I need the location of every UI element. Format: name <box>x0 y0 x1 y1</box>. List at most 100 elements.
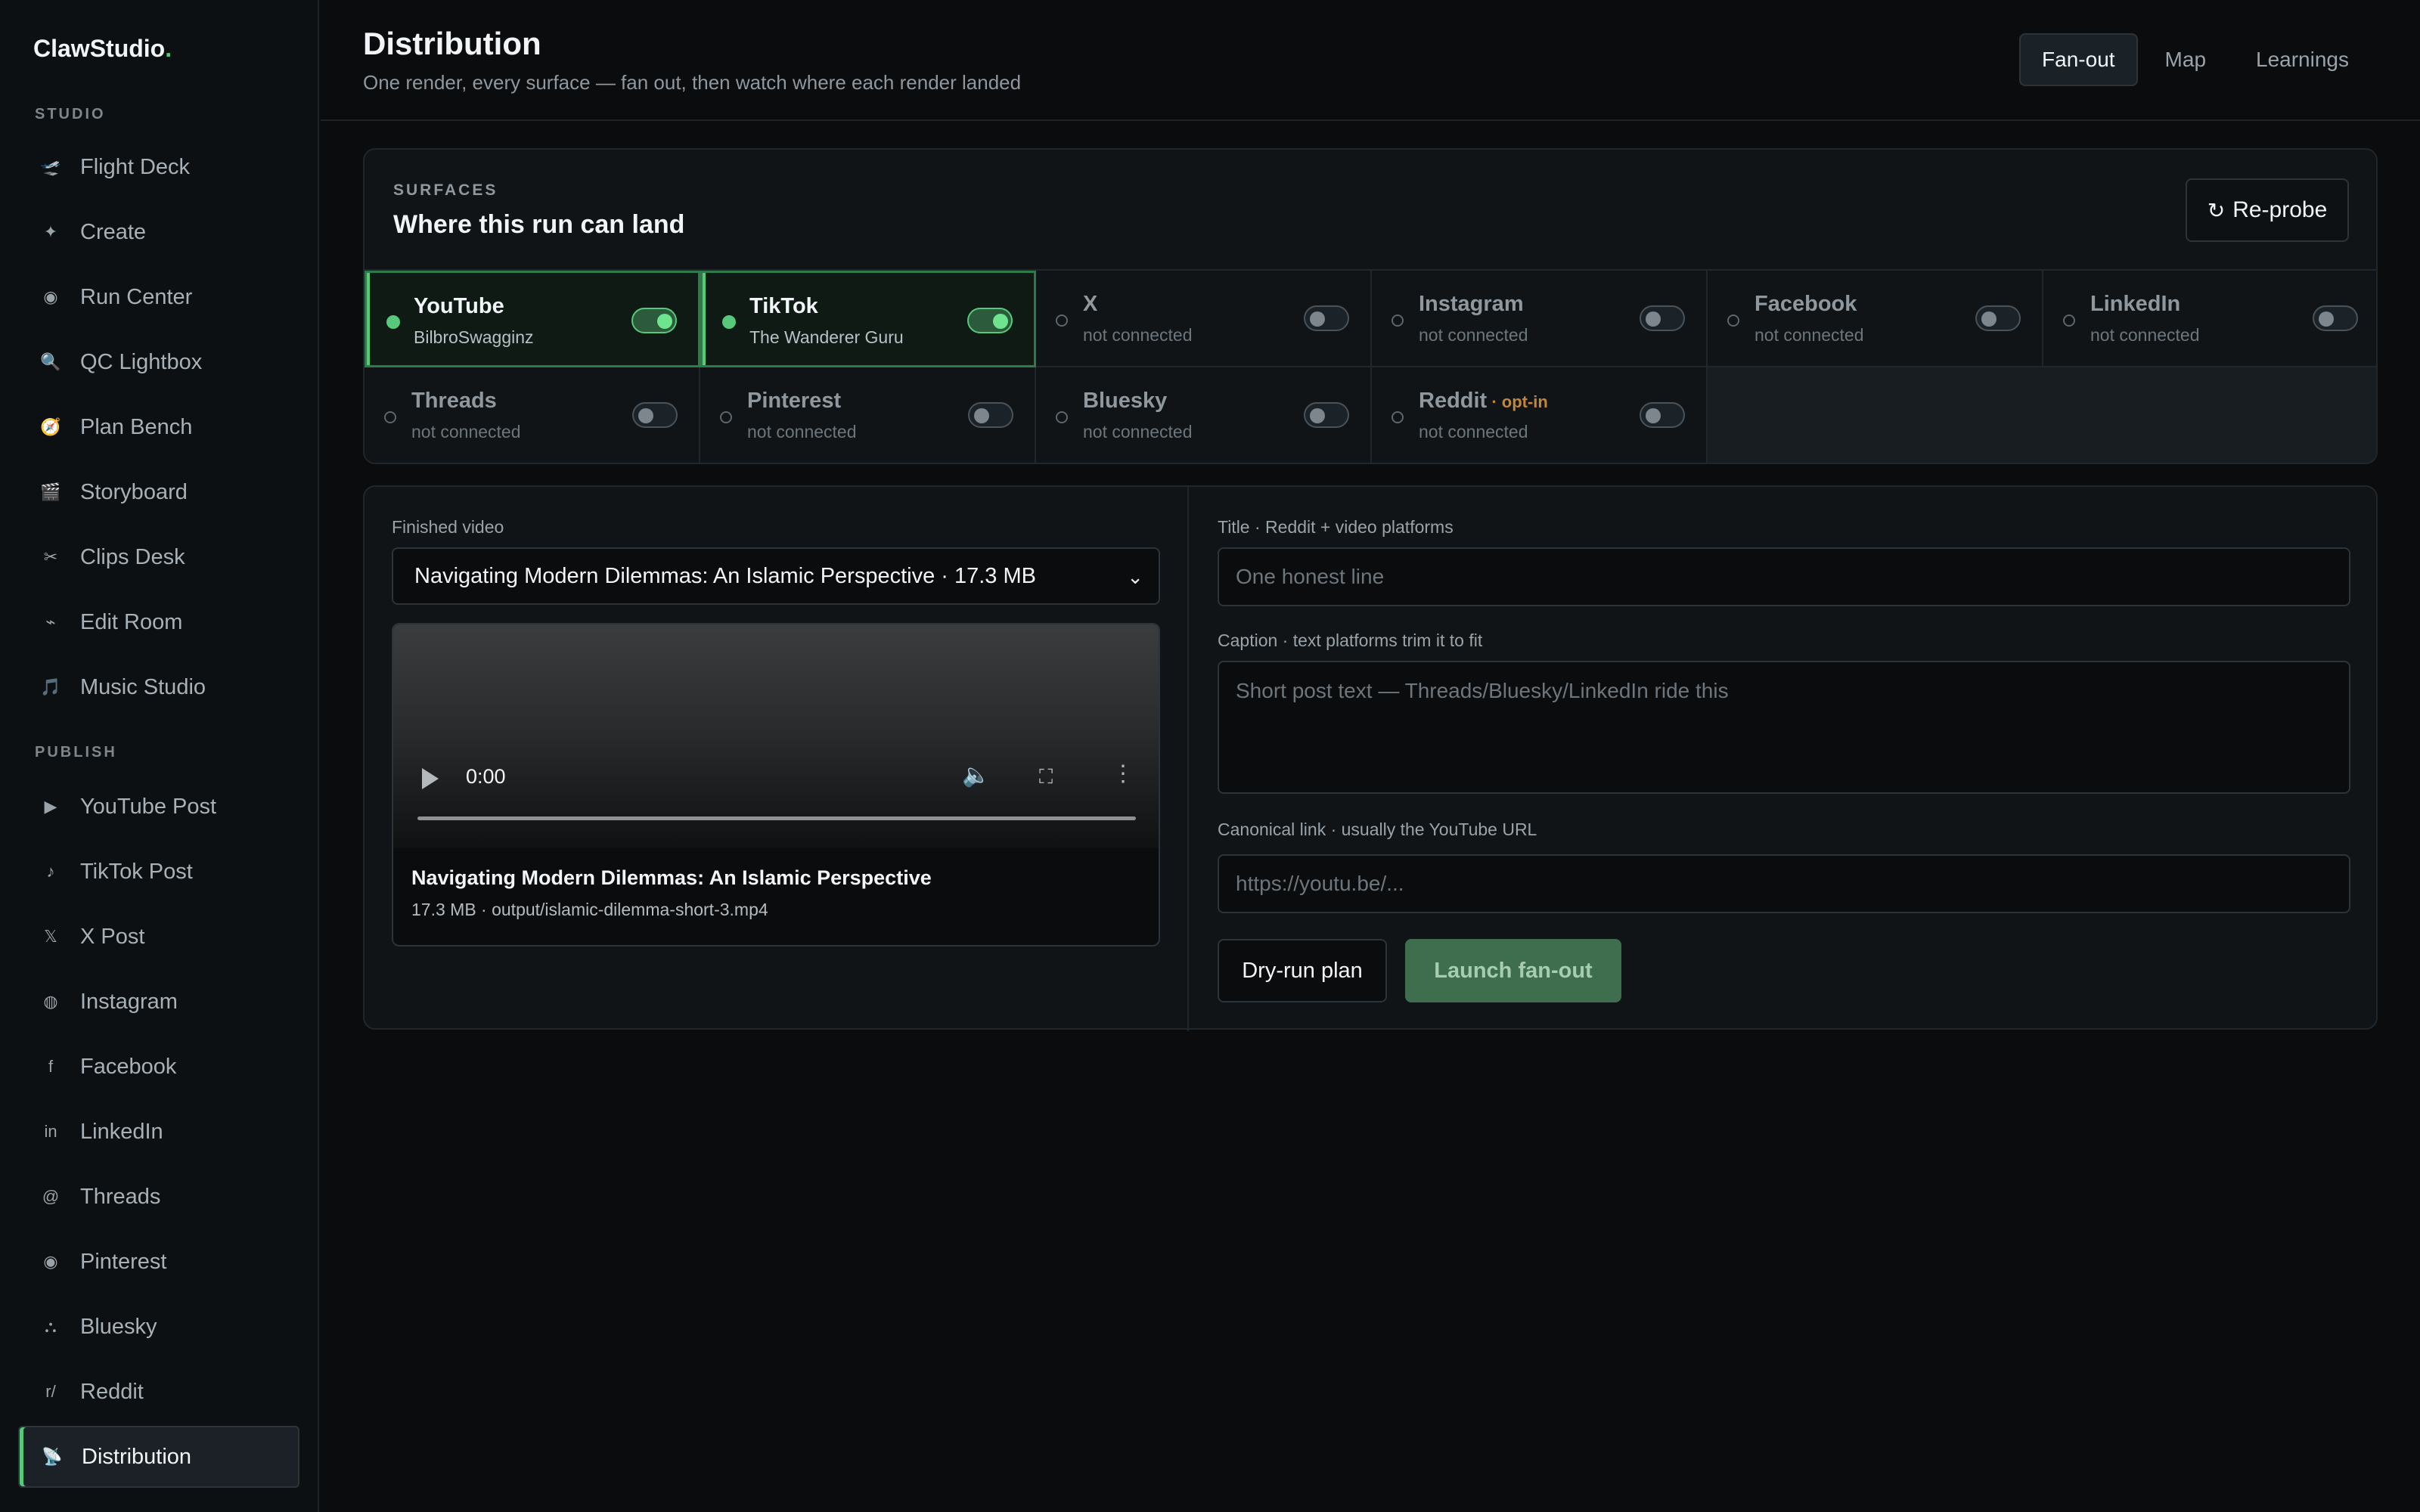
surface-account: not connected <box>411 422 521 442</box>
brand-name: ClawStudio <box>33 35 166 62</box>
surface-x[interactable]: X not connected <box>1036 271 1372 367</box>
page-title: Distribution <box>363 26 541 61</box>
reprobe-button[interactable]: ↻ Re-probe <box>2186 178 2349 242</box>
plane-icon: 🛫 <box>40 157 61 176</box>
progress-scrubber[interactable] <box>417 816 1136 820</box>
status-dot-icon <box>1727 314 1739 327</box>
status-dot-icon <box>720 411 732 423</box>
sidebar-item-tiktok-post[interactable]: ♪ TikTok Post <box>18 841 299 903</box>
sidebar: ClawStudio. STUDIO 🛫 Flight Deck ✦ Create … <box>0 0 319 1512</box>
sidebar-item-flight-deck[interactable]: 🛫 Flight Deck <box>18 136 299 198</box>
surface-facebook[interactable]: Facebook not connected <box>1708 271 2043 367</box>
launch-fan-out-button[interactable]: Launch fan-out <box>1405 939 1621 1002</box>
fullscreen-icon[interactable]: ⛶ <box>1039 765 1053 789</box>
surface-toggle[interactable] <box>967 308 1013 333</box>
toggle-knob <box>1981 311 1996 327</box>
compose-card: Finished video Navigating Modern Dilemma… <box>363 485 2378 1031</box>
video-player[interactable]: 0:00 🔈 ⛶ ⋮ <box>393 624 1159 848</box>
instagram-icon: ◍ <box>43 992 58 1011</box>
sidebar-item-bluesky[interactable]: ⛬ Bluesky <box>18 1296 299 1358</box>
sidebar-item-clips-desk[interactable]: ✂ Clips Desk <box>18 526 299 588</box>
finished-video-select[interactable]: Navigating Modern Dilemmas: An Islamic P… <box>392 547 1160 605</box>
surface-toggle[interactable] <box>1975 305 2021 331</box>
sidebar-item-instagram[interactable]: ◍ Instagram <box>18 971 299 1033</box>
sidebar-item-pinterest[interactable]: ◉ Pinterest <box>18 1231 299 1293</box>
status-dot-icon <box>1392 411 1404 423</box>
status-dot-icon <box>2063 314 2075 327</box>
surface-name: Pinterest <box>747 389 842 413</box>
toggle-knob <box>993 314 1008 329</box>
surface-toggle[interactable] <box>1640 305 1685 331</box>
surface-reddit[interactable]: Reddit · opt-in not connected <box>1372 367 1708 463</box>
sidebar-item-music-studio[interactable]: 🎵 Music Studio <box>18 656 299 718</box>
surface-toggle[interactable] <box>1640 402 1685 428</box>
opt-in-badge: · opt-in <box>1487 392 1548 411</box>
surface-youtube[interactable]: YouTube BilbroSwagginz <box>365 271 700 367</box>
tab-learnings[interactable]: Learnings <box>2233 33 2372 86</box>
surface-name: Reddit · opt-in <box>1419 389 1548 414</box>
surface-name: X <box>1083 292 1098 316</box>
surface-bluesky[interactable]: Bluesky not connected <box>1036 367 1372 463</box>
title-input[interactable]: One honest line <box>1218 547 2350 606</box>
sidebar-item-label: Bluesky <box>80 1314 157 1339</box>
sidebar-item-run-center[interactable]: ◉ Run Center <box>18 266 299 328</box>
surface-threads[interactable]: Threads not connected <box>365 367 700 463</box>
sidebar-item-qc-lightbox[interactable]: 🔍 QC Lightbox <box>18 331 299 393</box>
play-icon[interactable] <box>422 768 439 789</box>
toggle-knob <box>1310 408 1325 423</box>
surface-name: Facebook <box>1754 292 1857 316</box>
sidebar-item-x-post[interactable]: 𝕏 X Post <box>18 906 299 968</box>
toggle-knob <box>974 408 989 423</box>
surface-toggle[interactable] <box>631 308 677 333</box>
canonical-link-input[interactable]: https://youtu.be/... <box>1218 854 2350 913</box>
sidebar-item-plan-bench[interactable]: 🧭 Plan Bench <box>18 396 299 458</box>
surface-instagram[interactable]: Instagram not connected <box>1372 271 1708 367</box>
compass-icon: 🧭 <box>40 417 61 436</box>
sidebar-item-linkedin[interactable]: in LinkedIn <box>18 1101 299 1163</box>
tab-fan-out[interactable]: Fan-out <box>2019 33 2138 86</box>
video-meta: 17.3 MB · output/islamic-dilemma-short-3… <box>411 900 768 919</box>
sidebar-item-label: Run Center <box>80 284 193 309</box>
surface-name: TikTok <box>749 294 818 318</box>
surface-tiktok[interactable]: TikTok The Wanderer Guru <box>700 271 1036 367</box>
more-options-icon[interactable]: ⋮ <box>1112 761 1134 787</box>
empty-grid-area <box>1708 367 2376 463</box>
surface-toggle[interactable] <box>968 402 1013 428</box>
scissors-icon: ✂ <box>43 547 58 566</box>
status-dot-icon <box>1392 314 1404 327</box>
surfaces-title: Where this run can land <box>393 210 685 239</box>
finished-video-label: Finished video <box>392 517 504 537</box>
surface-toggle[interactable] <box>1304 402 1349 428</box>
brand-logo[interactable]: ClawStudio. <box>33 35 172 63</box>
dry-run-button[interactable]: Dry-run plan <box>1218 939 1387 1002</box>
surface-toggle[interactable] <box>2313 305 2358 331</box>
sidebar-item-label: Distribution <box>82 1444 192 1469</box>
sidebar-item-reddit[interactable]: r/Reddit <box>18 1361 299 1423</box>
surface-toggle[interactable] <box>632 402 678 428</box>
surface-account: not connected <box>1083 422 1193 442</box>
surface-account: not connected <box>747 422 857 442</box>
surface-linkedin[interactable]: LinkedIn not connected <box>2043 271 2376 367</box>
surface-account: not connected <box>1083 325 1193 345</box>
surface-toggle[interactable] <box>1304 305 1349 331</box>
sidebar-item-label: Edit Room <box>80 609 183 634</box>
satellite-icon: 📡 <box>42 1447 63 1466</box>
sidebar-item-storyboard[interactable]: 🎬 Storyboard <box>18 461 299 523</box>
surface-name: Bluesky <box>1083 389 1168 413</box>
sidebar-item-label: X Post <box>80 924 145 949</box>
sidebar-item-distribution[interactable]: 📡 Distribution <box>18 1426 299 1488</box>
surface-pinterest[interactable]: Pinterest not connected <box>700 367 1036 463</box>
surface-account: BilbroSwagginz <box>414 327 534 347</box>
volume-icon[interactable]: 🔈 <box>962 762 990 789</box>
sidebar-item-facebook[interactable]: f Facebook <box>18 1036 299 1098</box>
sidebar-item-threads[interactable]: @ Threads <box>18 1166 299 1228</box>
surfaces-card: SURFACES Where this run can land ↻ Re-pr… <box>363 148 2378 464</box>
caption-placeholder: Short post text — Threads/Bluesky/Linked… <box>1236 679 1729 702</box>
sidebar-item-label: Music Studio <box>80 674 206 699</box>
tab-map[interactable]: Map <box>2142 33 2229 86</box>
sidebar-item-youtube-post[interactable]: ▶ YouTube Post <box>18 776 299 838</box>
sidebar-item-create[interactable]: ✦ Create <box>18 201 299 263</box>
caption-textarea[interactable]: Short post text — Threads/Bluesky/Linked… <box>1218 661 2350 794</box>
sidebar-item-edit-room[interactable]: ⌁ Edit Room <box>18 591 299 653</box>
surface-account: The Wanderer Guru <box>749 327 904 347</box>
